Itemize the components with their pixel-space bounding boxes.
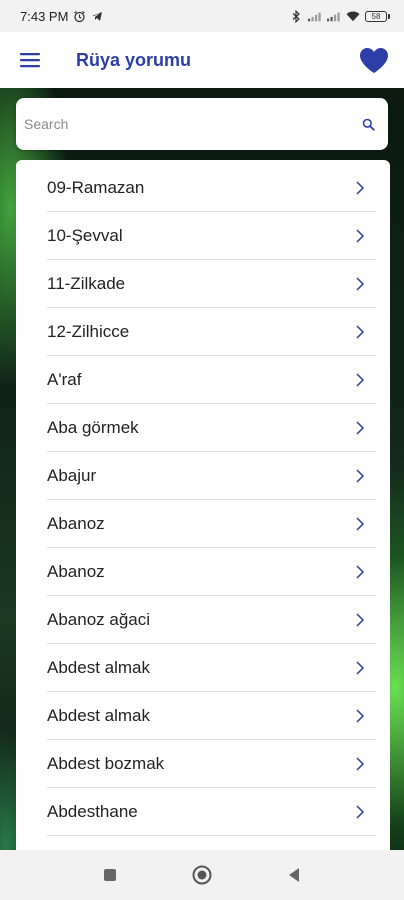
list-item[interactable]: 12-Zilhicce (47, 308, 376, 356)
chevron-right-icon (350, 802, 370, 822)
chevron-right-icon (350, 178, 370, 198)
search-bar (16, 98, 388, 150)
list-item[interactable]: Aba görmek (47, 404, 376, 452)
search-icon[interactable] (360, 116, 376, 132)
list-item[interactable]: Abdest almak (47, 644, 376, 692)
app-title: Rüya yorumu (76, 49, 192, 70)
back-triangle-icon[interactable] (281, 862, 307, 888)
alarm-icon (72, 10, 86, 22)
list-item[interactable]: Abdest almak (47, 692, 376, 740)
list-item-label: Abdest almak (47, 657, 150, 677)
list-item-label: Aba görmek (47, 417, 139, 437)
list-item[interactable]: 10-Şevval (47, 212, 376, 260)
status-bar: 7:43 PM 58 (0, 0, 404, 32)
chevron-right-icon (350, 322, 370, 342)
signal-icon (327, 10, 341, 22)
wifi-icon (346, 10, 360, 22)
list-item-label: Abdest bozmak (47, 753, 165, 773)
list-item[interactable]: Abdest bozmak (47, 740, 376, 788)
hamburger-menu-icon[interactable] (18, 48, 42, 72)
list-item-label: 09-Ramazan (47, 177, 145, 197)
heart-icon[interactable] (358, 44, 390, 76)
chevron-right-icon (350, 226, 370, 246)
chevron-right-icon (350, 562, 370, 582)
list-item-label: 10-Şevval (47, 225, 123, 245)
dream-term-list: 09-Ramazan 10-Şevval 11-Zilkade 12-Zilhi… (16, 160, 390, 850)
list-item[interactable]: 09-Ramazan (47, 164, 376, 212)
status-left: 7:43 PM (20, 9, 104, 24)
list-item[interactable]: Abanoz (47, 548, 376, 596)
signal-icon (308, 10, 322, 22)
chevron-right-icon (350, 658, 370, 678)
chevron-right-icon (350, 706, 370, 726)
bluetooth-icon (289, 9, 303, 23)
chevron-right-icon (350, 418, 370, 438)
list-item[interactable]: Abanoz ağaci (47, 596, 376, 644)
chevron-right-icon (350, 274, 370, 294)
list-item-label: Abanoz (47, 513, 105, 533)
chevron-right-icon (350, 610, 370, 630)
list-item[interactable]: Abdesthane (47, 788, 376, 836)
list-item[interactable]: 11-Zilkade (47, 260, 376, 308)
status-time: 7:43 PM (20, 8, 69, 24)
chevron-right-icon (350, 754, 370, 774)
status-right: 58 (289, 9, 390, 23)
list-item-label: Abdest almak (47, 705, 150, 725)
system-nav-bar (0, 850, 404, 900)
battery-level: 58 (365, 10, 387, 22)
list-item-label: Abdesthane (47, 801, 138, 821)
home-circle-icon[interactable] (189, 862, 215, 888)
list-item-label: Abanoz (47, 561, 105, 581)
list-item-label: A'raf (47, 369, 82, 389)
battery-icon: 58 (365, 10, 390, 22)
list-item-label: Abanoz ağaci (47, 609, 151, 629)
app-bar: Rüya yorumu (0, 32, 404, 88)
list-item[interactable]: A'raf (47, 356, 376, 404)
list-item-label: 11-Zilkade (47, 273, 126, 293)
list-item[interactable]: Abajur (47, 452, 376, 500)
list-item[interactable]: Abanoz (47, 500, 376, 548)
list-item-label: Abajur (47, 465, 97, 485)
recents-square-icon[interactable] (97, 862, 123, 888)
chevron-right-icon (350, 514, 370, 534)
search-input[interactable] (24, 116, 360, 132)
telegram-icon (90, 10, 104, 22)
chevron-right-icon (350, 466, 370, 486)
chevron-right-icon (350, 370, 370, 390)
list-item-label: 12-Zilhicce (47, 321, 130, 341)
